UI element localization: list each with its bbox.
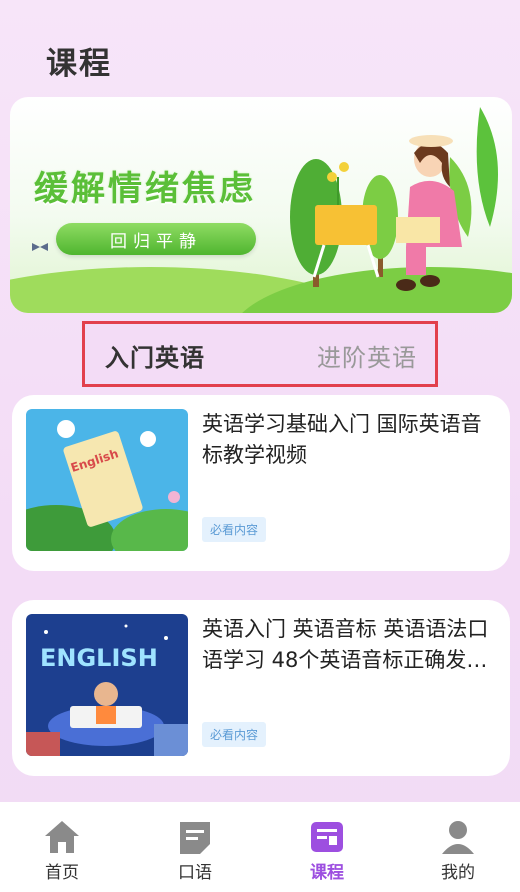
nav-label: 首页 <box>45 863 79 883</box>
banner-cta-button[interactable]: 回归平静 <box>56 223 256 255</box>
nav-label: 我的 <box>441 863 475 883</box>
nav-speaking[interactable]: 口语 <box>155 818 235 883</box>
nav-label: 口语 <box>178 863 212 883</box>
home-icon <box>45 821 79 853</box>
course-thumbnail: English <box>26 409 188 551</box>
thumb-text: ENGLISH <box>40 644 158 672</box>
course-icon <box>311 822 343 852</box>
nav-home[interactable]: 首页 <box>22 818 102 883</box>
course-title: 英语学习基础入门 国际英语音标教学视频 <box>202 412 482 467</box>
bottom-navigation: 首页 口语 课程 我的 <box>0 802 520 892</box>
tab-advanced-english[interactable]: 进阶英语 <box>317 338 417 373</box>
course-title: 英语入门 英语音标 英语语法口语学习 48个英语音标正确发音学习视频 <box>202 617 489 672</box>
course-thumbnail: ENGLISH <box>26 614 188 756</box>
nav-profile[interactable]: 我的 <box>418 818 498 883</box>
banner-headline: 缓解情绪焦虑 <box>34 169 256 209</box>
promo-banner[interactable]: 缓解情绪焦虑 回归平静 <box>10 97 512 313</box>
must-watch-badge: 必看内容 <box>202 517 267 542</box>
must-watch-badge: 必看内容 <box>202 722 267 747</box>
course-card[interactable]: English 英语学习基础入门 国际英语音标教学视频 必看内容 <box>12 395 510 571</box>
tab-beginner-english[interactable]: 入门英语 <box>105 338 205 373</box>
chat-icon <box>180 822 210 854</box>
nav-label: 课程 <box>310 863 344 883</box>
course-level-tabs: 入门英语 进阶英语 <box>82 321 438 387</box>
course-card[interactable]: ENGLISH 英语入门 英语音标 英语语法口语学习 48个英语音标正确发音学习… <box>12 600 510 776</box>
user-icon <box>442 821 474 854</box>
page-title: 课程 <box>46 46 112 82</box>
nav-courses[interactable]: 课程 <box>287 818 367 883</box>
